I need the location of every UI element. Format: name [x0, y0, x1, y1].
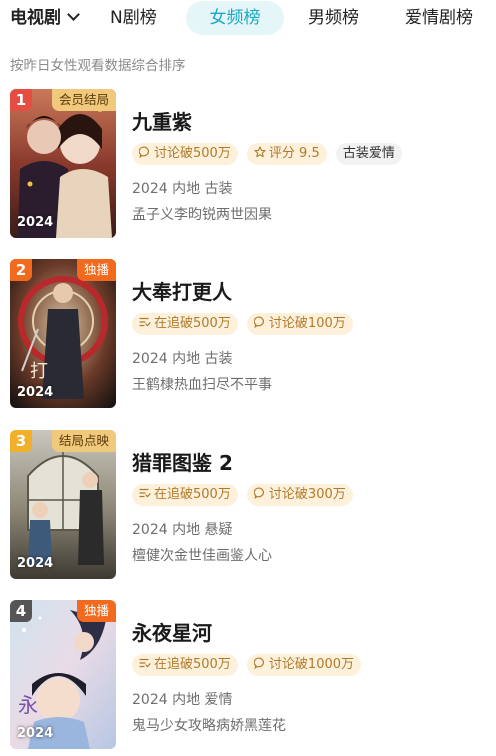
- poster-year: 2024: [17, 556, 54, 571]
- poster-year: 2024: [17, 385, 54, 400]
- list-item[interactable]: 3 结局点映 2024 猎罪图鉴 2 在追破500万 讨论破300万 2024 …: [10, 430, 490, 580]
- drama-meta: 2024 内地 古装: [132, 181, 233, 197]
- poster-image[interactable]: 永 4 独播 2024: [10, 600, 116, 749]
- discussion-tag: 讨论破500万: [132, 143, 238, 165]
- list-item[interactable]: 打 2 独播 2024 大奉打更人 在追破500万 讨论破100万 2024 内…: [10, 259, 490, 409]
- ranking-subtitle: 按昨日女性观看数据综合排序: [10, 58, 186, 74]
- chat-bubble-icon: [253, 487, 264, 499]
- chat-bubble-icon: [253, 657, 264, 669]
- chasing-tag: 在追破500万: [132, 654, 238, 676]
- chat-bubble-icon: [139, 146, 149, 158]
- drama-title[interactable]: 永夜星河: [132, 617, 212, 646]
- poster-year: 2024: [17, 726, 54, 741]
- rating-tag: 评分 9.5: [246, 143, 327, 165]
- list-item[interactable]: 1 会员结局 2024 九重紫 讨论破500万 评分 9.5 古装爱情 2024…: [10, 89, 490, 239]
- svg-text:打: 打: [30, 361, 48, 382]
- poster-year: 2024: [17, 215, 54, 230]
- drama-title[interactable]: 大奉打更人: [132, 276, 232, 305]
- rank-badge: 4: [10, 600, 32, 622]
- discussion-tag: 讨论破100万: [246, 313, 353, 335]
- tag-row: 在追破500万 讨论破1000万: [132, 654, 365, 678]
- tag-row: 在追破500万 讨论破100万: [132, 313, 357, 337]
- genre-label: 电视剧: [10, 8, 61, 28]
- tab-female-chart[interactable]: 女频榜: [186, 1, 284, 35]
- chase-list-icon: [139, 658, 151, 668]
- chevron-down-icon: [67, 8, 80, 21]
- drama-meta: 2024 内地 爱情: [132, 692, 233, 708]
- drama-title[interactable]: 九重紫: [132, 106, 192, 135]
- status-badge: 独播: [76, 600, 116, 622]
- drama-description: 檀健次金世佳画鉴人心: [132, 548, 272, 564]
- chase-list-icon: [139, 317, 151, 327]
- status-badge: 独播: [76, 259, 116, 281]
- rank-badge: 3: [10, 430, 32, 452]
- status-badge: 会员结局: [51, 89, 116, 111]
- drama-description: 孟子义李昀锐两世因果: [132, 207, 272, 223]
- chasing-tag: 在追破500万: [132, 313, 238, 335]
- poster-image[interactable]: 打 2 独播 2024: [10, 259, 116, 408]
- drama-meta: 2024 内地 悬疑: [132, 522, 233, 538]
- genre-tag: 古装爱情: [335, 143, 402, 165]
- drama-meta: 2024 内地 古装: [132, 351, 233, 367]
- drama-title[interactable]: 猎罪图鉴 2: [132, 447, 233, 476]
- rank-badge: 2: [10, 259, 32, 281]
- tab-romance-chart[interactable]: 爱情剧榜: [405, 0, 473, 36]
- chasing-tag: 在追破500万: [132, 484, 238, 506]
- tab-male-chart[interactable]: 男频榜: [308, 0, 359, 36]
- rank-badge: 1: [10, 89, 32, 111]
- genre-dropdown[interactable]: 电视剧: [10, 0, 80, 36]
- star-icon: [254, 146, 266, 158]
- tag-row: 在追破500万 讨论破300万: [132, 484, 357, 508]
- drama-description: 鬼马少女攻略病娇黑莲花: [132, 718, 286, 734]
- tab-n-drama[interactable]: N剧榜: [110, 0, 157, 36]
- drama-description: 王鹤棣热血扫尽不平事: [132, 377, 272, 393]
- discussion-tag: 讨论破300万: [246, 484, 353, 506]
- category-tabs: 电视剧 N剧榜 女频榜 男频榜 爱情剧榜: [0, 0, 496, 36]
- list-item[interactable]: 永 4 独播 2024 永夜星河 在追破500万 讨论破1000万 2024 内…: [10, 600, 490, 750]
- chat-bubble-icon: [253, 316, 264, 328]
- poster-image[interactable]: 3 结局点映 2024: [10, 430, 116, 579]
- status-badge: 结局点映: [51, 430, 116, 452]
- poster-image[interactable]: 1 会员结局 2024: [10, 89, 116, 238]
- svg-text:永: 永: [18, 693, 38, 717]
- discussion-tag: 讨论破1000万: [246, 654, 362, 676]
- tag-row: 讨论破500万 评分 9.5 古装爱情: [132, 143, 406, 167]
- chase-list-icon: [139, 488, 151, 498]
